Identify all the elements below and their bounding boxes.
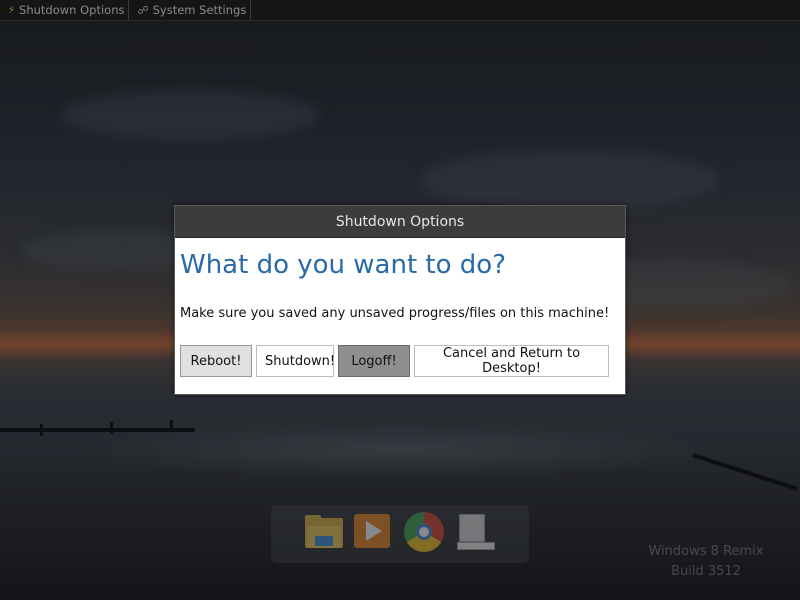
media-player-icon[interactable] — [352, 512, 392, 552]
dialog-button-row: Reboot! Shutdown! Logoff! Cancel and Ret… — [180, 345, 613, 377]
logoff-button[interactable]: Logoff! — [338, 345, 410, 377]
taskbar-item-label: System Settings — [152, 3, 247, 17]
folder-icon[interactable] — [305, 512, 345, 552]
reboot-button[interactable]: Reboot! — [180, 345, 252, 377]
cancel-button[interactable]: Cancel and Return to Desktop! — [414, 345, 609, 377]
dialog-heading: What do you want to do? — [180, 250, 507, 280]
dialog-message: Make sure you saved any unsaved progress… — [180, 306, 610, 321]
taskbar-item-label: Shutdown Options — [19, 3, 125, 17]
wallpaper-groyne — [0, 428, 195, 432]
watermark-os-name: Windows 8 Remix — [648, 544, 764, 559]
globe-icon: ☍ — [137, 3, 149, 17]
wallpaper-groyne-post — [110, 422, 113, 434]
top-taskbar: ⚡ Shutdown Options ☍ System Settings — [0, 0, 800, 21]
shutdown-dialog: Shutdown Options What do you want to do?… — [174, 205, 626, 395]
wallpaper-cloud — [420, 150, 720, 210]
shutdown-button[interactable]: Shutdown! — [256, 345, 335, 377]
dialog-title: Shutdown Options — [335, 213, 465, 230]
taskbar-item-shutdown-options[interactable]: ⚡ Shutdown Options — [0, 0, 130, 21]
power-icon: ⚡ — [8, 4, 16, 16]
taskbar-item-system-settings[interactable]: ☍ System Settings — [129, 0, 252, 21]
build-watermark: Windows 8 Remix Build 3512 — [626, 542, 786, 582]
watermark-build: Build 3512 — [671, 564, 741, 579]
computer-icon[interactable] — [455, 512, 495, 552]
wallpaper-cloud — [60, 90, 320, 140]
dialog-titlebar[interactable]: Shutdown Options — [175, 206, 625, 238]
wallpaper-groyne-post — [170, 420, 173, 432]
browser-icon[interactable] — [404, 512, 444, 552]
wallpaper-groyne-post — [40, 424, 43, 436]
